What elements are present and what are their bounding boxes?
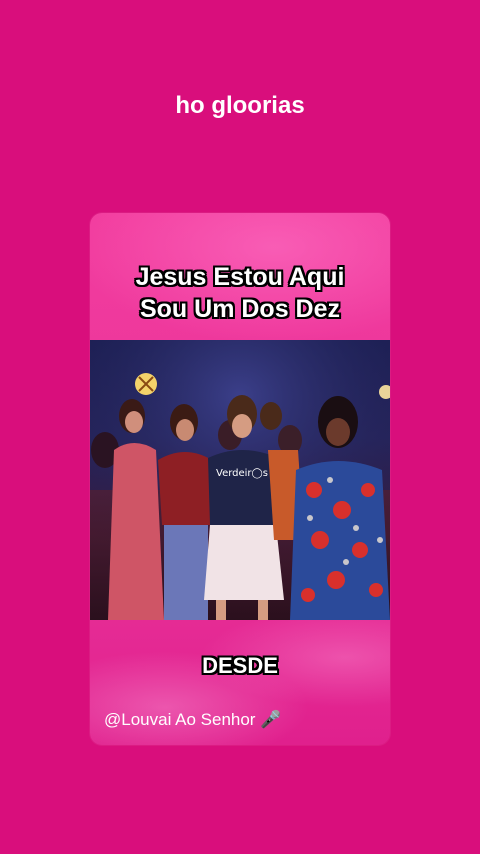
page-title: ho gloorias — [175, 92, 305, 119]
lyric-word: DESDE — [202, 653, 278, 678]
caption-line-2: Sou Um Dos Dez — [139, 295, 341, 323]
shirt-text: Verdeir◯s — [216, 468, 268, 479]
video-card[interactable]: Jesus Estou Aqui Sou Um Dos Dez Verdeir◯… — [90, 213, 390, 745]
caption: Jesus Estou Aqui Sou Um Dos Dez — [90, 261, 390, 325]
credit-handle[interactable]: @Louvai Ao Senhor 🎤 — [104, 710, 281, 730]
video-frame[interactable]: Verdeir◯s — [90, 340, 390, 620]
caption-line-1: Jesus Estou Aqui — [135, 263, 345, 291]
stage-light-icon — [135, 373, 157, 395]
video-scene: Verdeir◯s — [90, 340, 390, 620]
